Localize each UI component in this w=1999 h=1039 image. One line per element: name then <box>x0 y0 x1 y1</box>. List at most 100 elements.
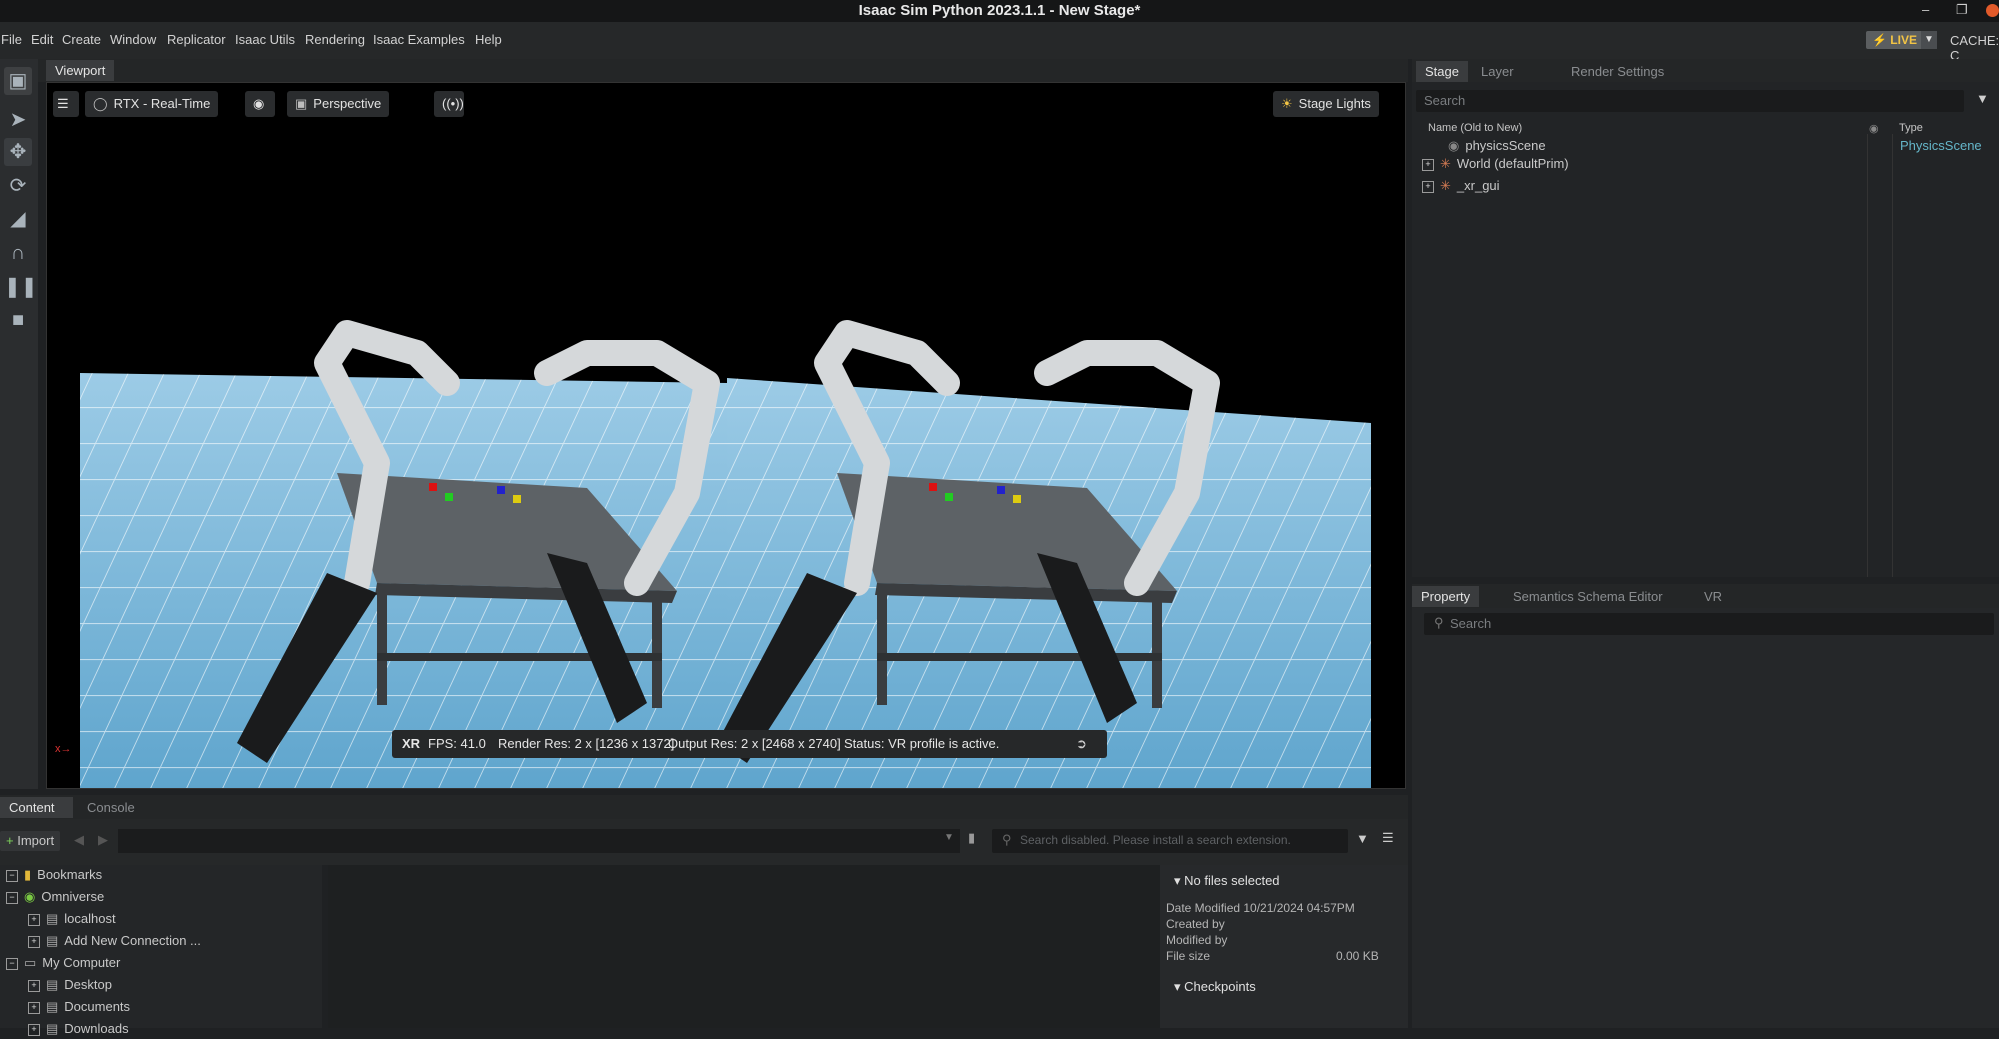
menu-window[interactable]: Window <box>110 32 156 47</box>
visibility-eye-icon[interactable]: ◉ <box>1869 122 1879 135</box>
tab-property[interactable]: Property <box>1412 586 1480 607</box>
tree-item-bookmarks[interactable]: − ▮ Bookmarks <box>6 865 102 885</box>
eye-icon[interactable]: ◉ <box>245 91 275 117</box>
scale-tool-icon[interactable]: ◢ <box>4 205 32 233</box>
tab-console[interactable]: Console <box>78 797 144 818</box>
xr-broadcast-icon[interactable]: ((•)) <box>434 91 464 117</box>
restore-icon[interactable]: ❐ <box>1956 2 1968 18</box>
tree-item-downloads[interactable]: + ▤ Downloads <box>28 1019 129 1039</box>
live-dropdown-button[interactable]: ▼ <box>1921 31 1937 49</box>
menu-file[interactable]: File <box>1 32 22 47</box>
content-search-input[interactable]: Search disabled. Please install a search… <box>992 829 1348 853</box>
rotate-tool-icon[interactable]: ⟳ <box>4 172 32 200</box>
tree-label: Add New Connection ... <box>64 933 201 948</box>
tree-item-localhost[interactable]: + ▤ localhost <box>28 909 116 929</box>
tab-content[interactable]: Content <box>0 797 73 818</box>
property-tab-bar: Property Semantics Schema Editor VR <box>1412 584 1999 608</box>
back-arrow-icon[interactable]: ◀ <box>74 832 84 848</box>
collapse-icon[interactable]: − <box>6 957 18 970</box>
omniverse-icon: ◉ <box>24 889 36 904</box>
tab-viewport[interactable]: Viewport <box>46 60 115 81</box>
tree-item-add-connection[interactable]: + ▤ Add New Connection ... <box>28 931 201 951</box>
stage-search-input[interactable]: Search <box>1416 90 1964 112</box>
stage-row-physicsscene[interactable]: ◉ physicsScene <box>1448 136 1546 156</box>
stage-lights-button[interactable]: ☀ Stage Lights <box>1273 91 1379 117</box>
live-sync-button[interactable]: ⚡ LIVE <box>1866 31 1923 49</box>
created-by: Created by <box>1166 917 1225 931</box>
renderer-button[interactable]: ◯ RTX - Real-Time <box>85 91 219 117</box>
stage-row-xr-gui[interactable]: + ✳ _xr_gui <box>1422 176 1500 196</box>
stage-row-world[interactable]: + ✳ World (defaultPrim) <box>1422 154 1569 174</box>
prim-type: PhysicsScene <box>1900 138 1982 153</box>
minimize-icon[interactable]: – <box>1922 2 1929 17</box>
filter-icon[interactable]: ▼ <box>1356 831 1369 846</box>
column-divider <box>1867 134 1868 577</box>
stage-lights-label: Stage Lights <box>1298 96 1371 111</box>
list-view-icon[interactable]: ☰ <box>1382 830 1394 846</box>
renderer-label: RTX - Real-Time <box>113 96 211 111</box>
expand-icon[interactable]: + <box>1422 180 1434 193</box>
select-arrow-icon[interactable]: ➤ <box>4 106 32 134</box>
import-button[interactable]: + Import <box>0 831 61 851</box>
content-toolbar: + Import ◀ ▶ ▼ ▮ Search disabled. Please… <box>0 819 1408 865</box>
no-files-header[interactable]: ▾ No files selected <box>1174 873 1280 889</box>
close-icon[interactable] <box>1986 4 1999 17</box>
expand-icon[interactable]: + <box>28 979 40 992</box>
file-size-label: File size <box>1166 949 1211 963</box>
content-file-area[interactable] <box>328 865 1160 1028</box>
filter-icon[interactable]: ▼ <box>1976 91 1989 106</box>
import-label: Import <box>17 833 55 848</box>
menu-isaac-examples[interactable]: Isaac Examples <box>373 32 465 47</box>
menu-isaac-utils[interactable]: Isaac Utils <box>235 32 295 47</box>
menu-create[interactable]: Create <box>62 32 101 47</box>
collapse-icon[interactable]: − <box>6 869 18 882</box>
expand-icon[interactable]: + <box>28 1023 40 1036</box>
drive-icon: ▤ <box>46 999 59 1014</box>
tree-item-my-computer[interactable]: − ▭ My Computer <box>6 953 120 973</box>
menu-edit[interactable]: Edit <box>31 32 53 47</box>
xform-icon: ✳ <box>1440 178 1451 193</box>
pause-icon[interactable]: ❚❚ <box>4 273 38 301</box>
expand-icon[interactable]: + <box>28 913 40 926</box>
viewport[interactable]: ☰ ◯ RTX - Real-Time ◉ ▣ Perspective ((•)) … <box>46 82 1406 789</box>
settings-sliders-icon[interactable]: ☰ <box>53 91 79 117</box>
tab-vr[interactable]: VR <box>1695 586 1731 607</box>
expand-icon[interactable]: + <box>28 1001 40 1014</box>
gizmo-cube-icon[interactable]: ▣ <box>4 67 32 95</box>
tab-layer[interactable]: Layer <box>1472 61 1523 82</box>
snap-magnet-icon[interactable]: ∩ <box>4 239 32 267</box>
content-tab-bar: Content Console <box>0 795 1408 819</box>
stop-icon[interactable]: ■ <box>4 306 32 334</box>
exit-xr-icon[interactable]: ➲ <box>1076 730 1087 758</box>
property-search-input[interactable]: Search <box>1424 613 1994 635</box>
tree-item-desktop[interactable]: + ▤ Desktop <box>28 975 112 995</box>
tree-item-documents[interactable]: + ▤ Documents <box>28 997 130 1017</box>
menu-bar: File Edit Create Window Replicator Isaac… <box>0 22 1999 63</box>
sun-icon: ☀ <box>1281 96 1293 111</box>
menu-replicator[interactable]: Replicator <box>167 32 226 47</box>
tab-stage[interactable]: Stage <box>1416 61 1468 82</box>
collapse-icon[interactable]: − <box>6 891 18 904</box>
column-type[interactable]: Type <box>1899 122 1923 134</box>
forward-arrow-icon[interactable]: ▶ <box>98 832 108 848</box>
detail-header-label: No files selected <box>1184 873 1280 888</box>
tab-semantics-schema-editor[interactable]: Semantics Schema Editor <box>1504 586 1672 607</box>
expand-icon[interactable]: + <box>28 935 40 948</box>
search-icon: ⚲ <box>1002 832 1012 847</box>
bookmark-icon[interactable]: ▮ <box>968 830 975 846</box>
tab-render-settings[interactable]: Render Settings <box>1562 61 1673 82</box>
menu-rendering[interactable]: Rendering <box>305 32 365 47</box>
move-tool-icon[interactable]: ✥ <box>4 138 32 166</box>
title-bar: Isaac Sim Python 2023.1.1 - New Stage* –… <box>0 0 1999 22</box>
column-name[interactable]: Name (Old to New) <box>1428 122 1522 134</box>
tree-item-omniverse[interactable]: − ◉ Omniverse <box>6 887 104 907</box>
camera-button[interactable]: ▣ Perspective <box>287 91 390 117</box>
menu-help[interactable]: Help <box>475 32 502 47</box>
output-res-readout: Output Res: 2 x [2468 x 2740] <box>668 736 841 751</box>
expand-icon[interactable]: + <box>1422 158 1434 171</box>
checkpoints-header[interactable]: ▾ Checkpoints <box>1174 979 1256 995</box>
column-divider <box>1892 134 1893 577</box>
path-input[interactable] <box>118 829 960 853</box>
path-dropdown-icon[interactable]: ▼ <box>944 832 954 843</box>
tool-palette: ▣ ➤ ✥ ⟳ ◢ ∩ ❚❚ ■ <box>0 59 38 789</box>
